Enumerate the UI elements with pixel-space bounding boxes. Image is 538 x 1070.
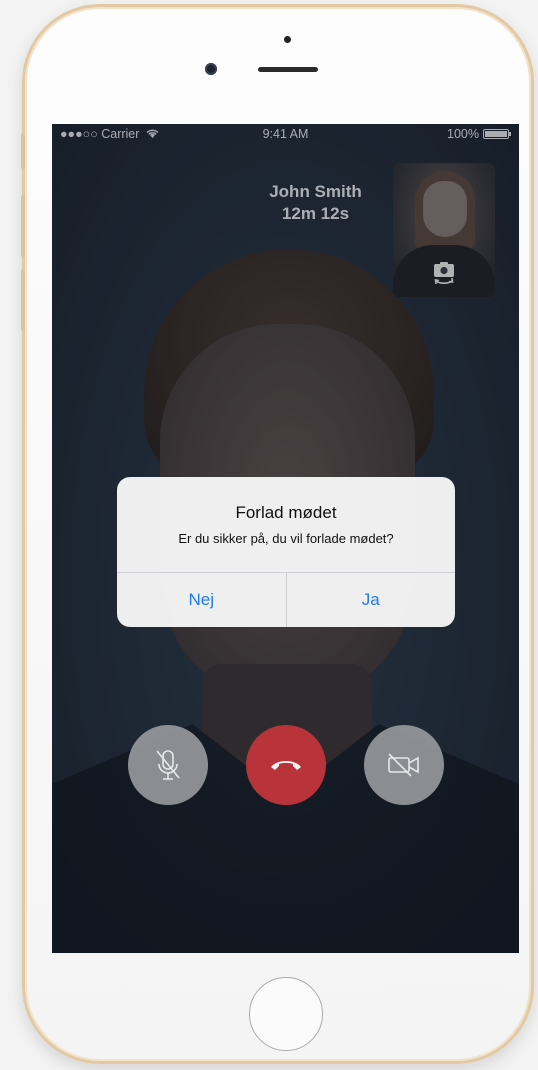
mute-button[interactable] xyxy=(128,725,208,805)
volume-up-button xyxy=(21,195,25,257)
leave-meeting-alert: Forlad mødet Er du sikker på, du vil for… xyxy=(117,477,455,627)
video-call-screen: ●●●○○ Carrier 9:41 AM 100% John Smith 12… xyxy=(52,124,519,953)
proximity-sensor xyxy=(284,36,291,43)
end-call-button[interactable] xyxy=(246,725,326,805)
volume-down-button xyxy=(21,269,25,331)
front-camera xyxy=(205,63,217,75)
video-toggle-button[interactable] xyxy=(364,725,444,805)
mute-switch xyxy=(21,133,25,169)
home-button[interactable] xyxy=(249,977,323,1051)
confirm-leave-button[interactable]: Ja xyxy=(285,573,456,627)
video-off-icon xyxy=(388,753,419,777)
earpiece-speaker xyxy=(258,67,318,72)
cancel-button[interactable]: Nej xyxy=(117,573,286,627)
mic-off-icon xyxy=(156,750,180,780)
alert-message: Er du sikker på, du vil forlade mødet? xyxy=(178,531,394,546)
phone-hangup-icon xyxy=(271,761,301,770)
alert-actions: Nej Ja xyxy=(117,572,455,627)
alert-title: Forlad mødet xyxy=(235,503,337,522)
